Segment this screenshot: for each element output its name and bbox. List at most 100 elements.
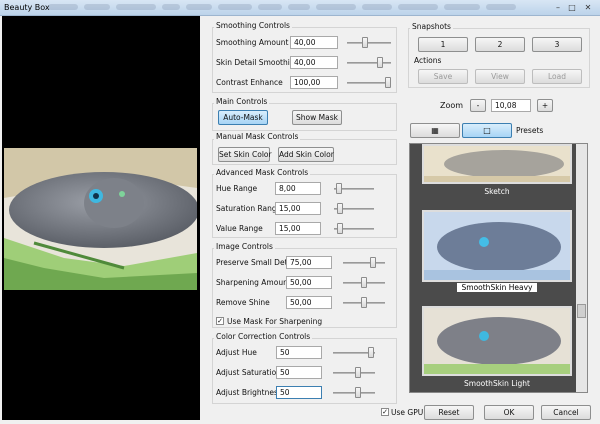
group-title: Color Correction Controls [214,332,313,341]
slider-thumb[interactable] [354,367,361,378]
snapshot-3-button[interactable]: 3 [532,37,582,52]
minimize-icon[interactable]: – [552,2,564,13]
reset-button[interactable]: Reset [424,405,474,420]
remove-shine-label: Remove Shine [216,298,270,307]
group-title: Smoothing Controls [214,21,292,30]
grid-icon: ▦ [431,126,439,135]
use-gpu-checkbox[interactable]: ✓ [381,408,389,416]
menu-placeholder [84,4,110,10]
close-icon[interactable]: ✕ [582,2,594,13]
grid-view-button[interactable]: ▦ [410,123,460,138]
use-gpu-label: Use GPU [391,408,424,417]
menu-placeholder [48,4,78,10]
presets-scrollbar[interactable] [576,144,587,392]
preserve-detail-input[interactable]: 75,00 [286,256,332,269]
load-button[interactable]: Load [532,69,582,84]
preset-thumb-smoothskin-light[interactable] [422,306,572,376]
menu-placeholder [316,4,356,10]
slider-thumb[interactable] [370,257,376,268]
group-title: Advanced Mask Controls [214,168,311,177]
maximize-icon[interactable]: □ [566,2,578,13]
menu-placeholder [258,4,282,10]
remove-shine-input[interactable]: 50,00 [286,296,332,309]
scrollbar-thumb[interactable] [577,304,586,318]
ok-button[interactable]: OK [484,405,534,420]
group-title: Snapshots [410,22,453,31]
smoothing-amount-label: Smoothing Amount [216,38,289,47]
menu-placeholder [116,4,156,10]
skin-detail-slider[interactable] [347,62,391,64]
title-bar: Beauty Box – □ ✕ [0,0,600,16]
slider-thumb[interactable] [361,277,367,288]
slider-thumb[interactable] [337,203,344,214]
preset-caption: Sketch [484,187,510,196]
adjust-brightness-input[interactable]: 50 [276,386,322,399]
menu-placeholder [398,4,438,10]
adjust-saturation-label: Adjust Saturation [216,368,281,377]
preserve-detail-label: Preserve Small Detail [216,258,297,267]
slider-thumb[interactable] [385,77,391,88]
preset-caption-selected: SmoothSkin Heavy [457,283,537,292]
saturation-range-label: Saturation Range [216,204,282,213]
zoom-input[interactable]: 10,08 [491,99,531,112]
auto-mask-button[interactable]: Auto-Mask [218,110,268,125]
preset-thumb-smoothskin-heavy[interactable] [422,210,572,282]
sharpening-label: Sharpening Amount [216,278,291,287]
skin-detail-label: Skin Detail Smoothing [216,58,300,67]
show-mask-button[interactable]: Show Mask [292,110,342,125]
presets-label: Presets [516,126,544,135]
value-range-input[interactable]: 15,00 [275,222,321,235]
contrast-label: Contrast Enhance [216,78,283,87]
slider-thumb[interactable] [354,387,361,398]
zoom-label: Zoom [440,101,464,110]
saturation-range-input[interactable]: 15,00 [275,202,321,215]
view-button[interactable]: View [475,69,525,84]
sharpening-input[interactable]: 50,00 [286,276,332,289]
use-mask-checkbox[interactable]: ✓ [216,317,224,325]
add-skin-color-button[interactable]: Add Skin Color [278,147,334,162]
square-icon: □ [483,126,491,135]
slider-thumb[interactable] [337,223,344,234]
slider-thumb[interactable] [361,297,367,308]
adjust-hue-label: Adjust Hue [216,348,257,357]
contrast-input[interactable]: 100,00 [290,76,338,89]
use-mask-label: Use Mask For Sharpening [227,317,323,326]
menu-placeholder [162,4,180,10]
slider-thumb[interactable] [368,347,375,358]
zoom-out-button[interactable]: - [470,99,486,112]
adjust-hue-input[interactable]: 50 [276,346,322,359]
actions-label: Actions [414,56,442,65]
menu-placeholder [186,4,212,10]
menu-placeholder [444,4,480,10]
smoothing-amount-input[interactable]: 40,00 [290,36,338,49]
menu-placeholder [288,4,310,10]
window-title: Beauty Box [4,3,50,12]
slider-thumb[interactable] [335,183,342,194]
preserve-detail-slider[interactable] [343,262,385,264]
snapshot-1-button[interactable]: 1 [418,37,468,52]
slider-thumb[interactable] [362,37,369,48]
hue-range-input[interactable]: 8,00 [275,182,321,195]
adjust-saturation-input[interactable]: 50 [276,366,322,379]
preset-caption: SmoothSkin Light [464,379,530,388]
menu-placeholder [486,4,516,10]
preset-thumb-sketch[interactable] [422,144,572,184]
adjust-brightness-label: Adjust Brightness [216,388,282,397]
menu-placeholder [218,4,252,10]
snapshot-2-button[interactable]: 2 [475,37,525,52]
skin-detail-input[interactable]: 40,00 [290,56,338,69]
zoom-in-button[interactable]: + [537,99,553,112]
value-range-label: Value Range [216,224,263,233]
group-title: Main Controls [214,97,270,106]
group-title: Image Controls [214,242,275,251]
preview-image [4,148,197,290]
slider-thumb[interactable] [377,57,384,68]
hue-range-label: Hue Range [216,184,258,193]
single-view-button[interactable]: □ [462,123,512,138]
smoothing-amount-slider[interactable] [347,42,391,44]
save-button[interactable]: Save [418,69,468,84]
cancel-button[interactable]: Cancel [541,405,591,420]
group-title: Manual Mask Controls [214,132,301,141]
set-skin-color-button[interactable]: Set Skin Color [218,147,272,162]
menu-placeholder [362,4,392,10]
